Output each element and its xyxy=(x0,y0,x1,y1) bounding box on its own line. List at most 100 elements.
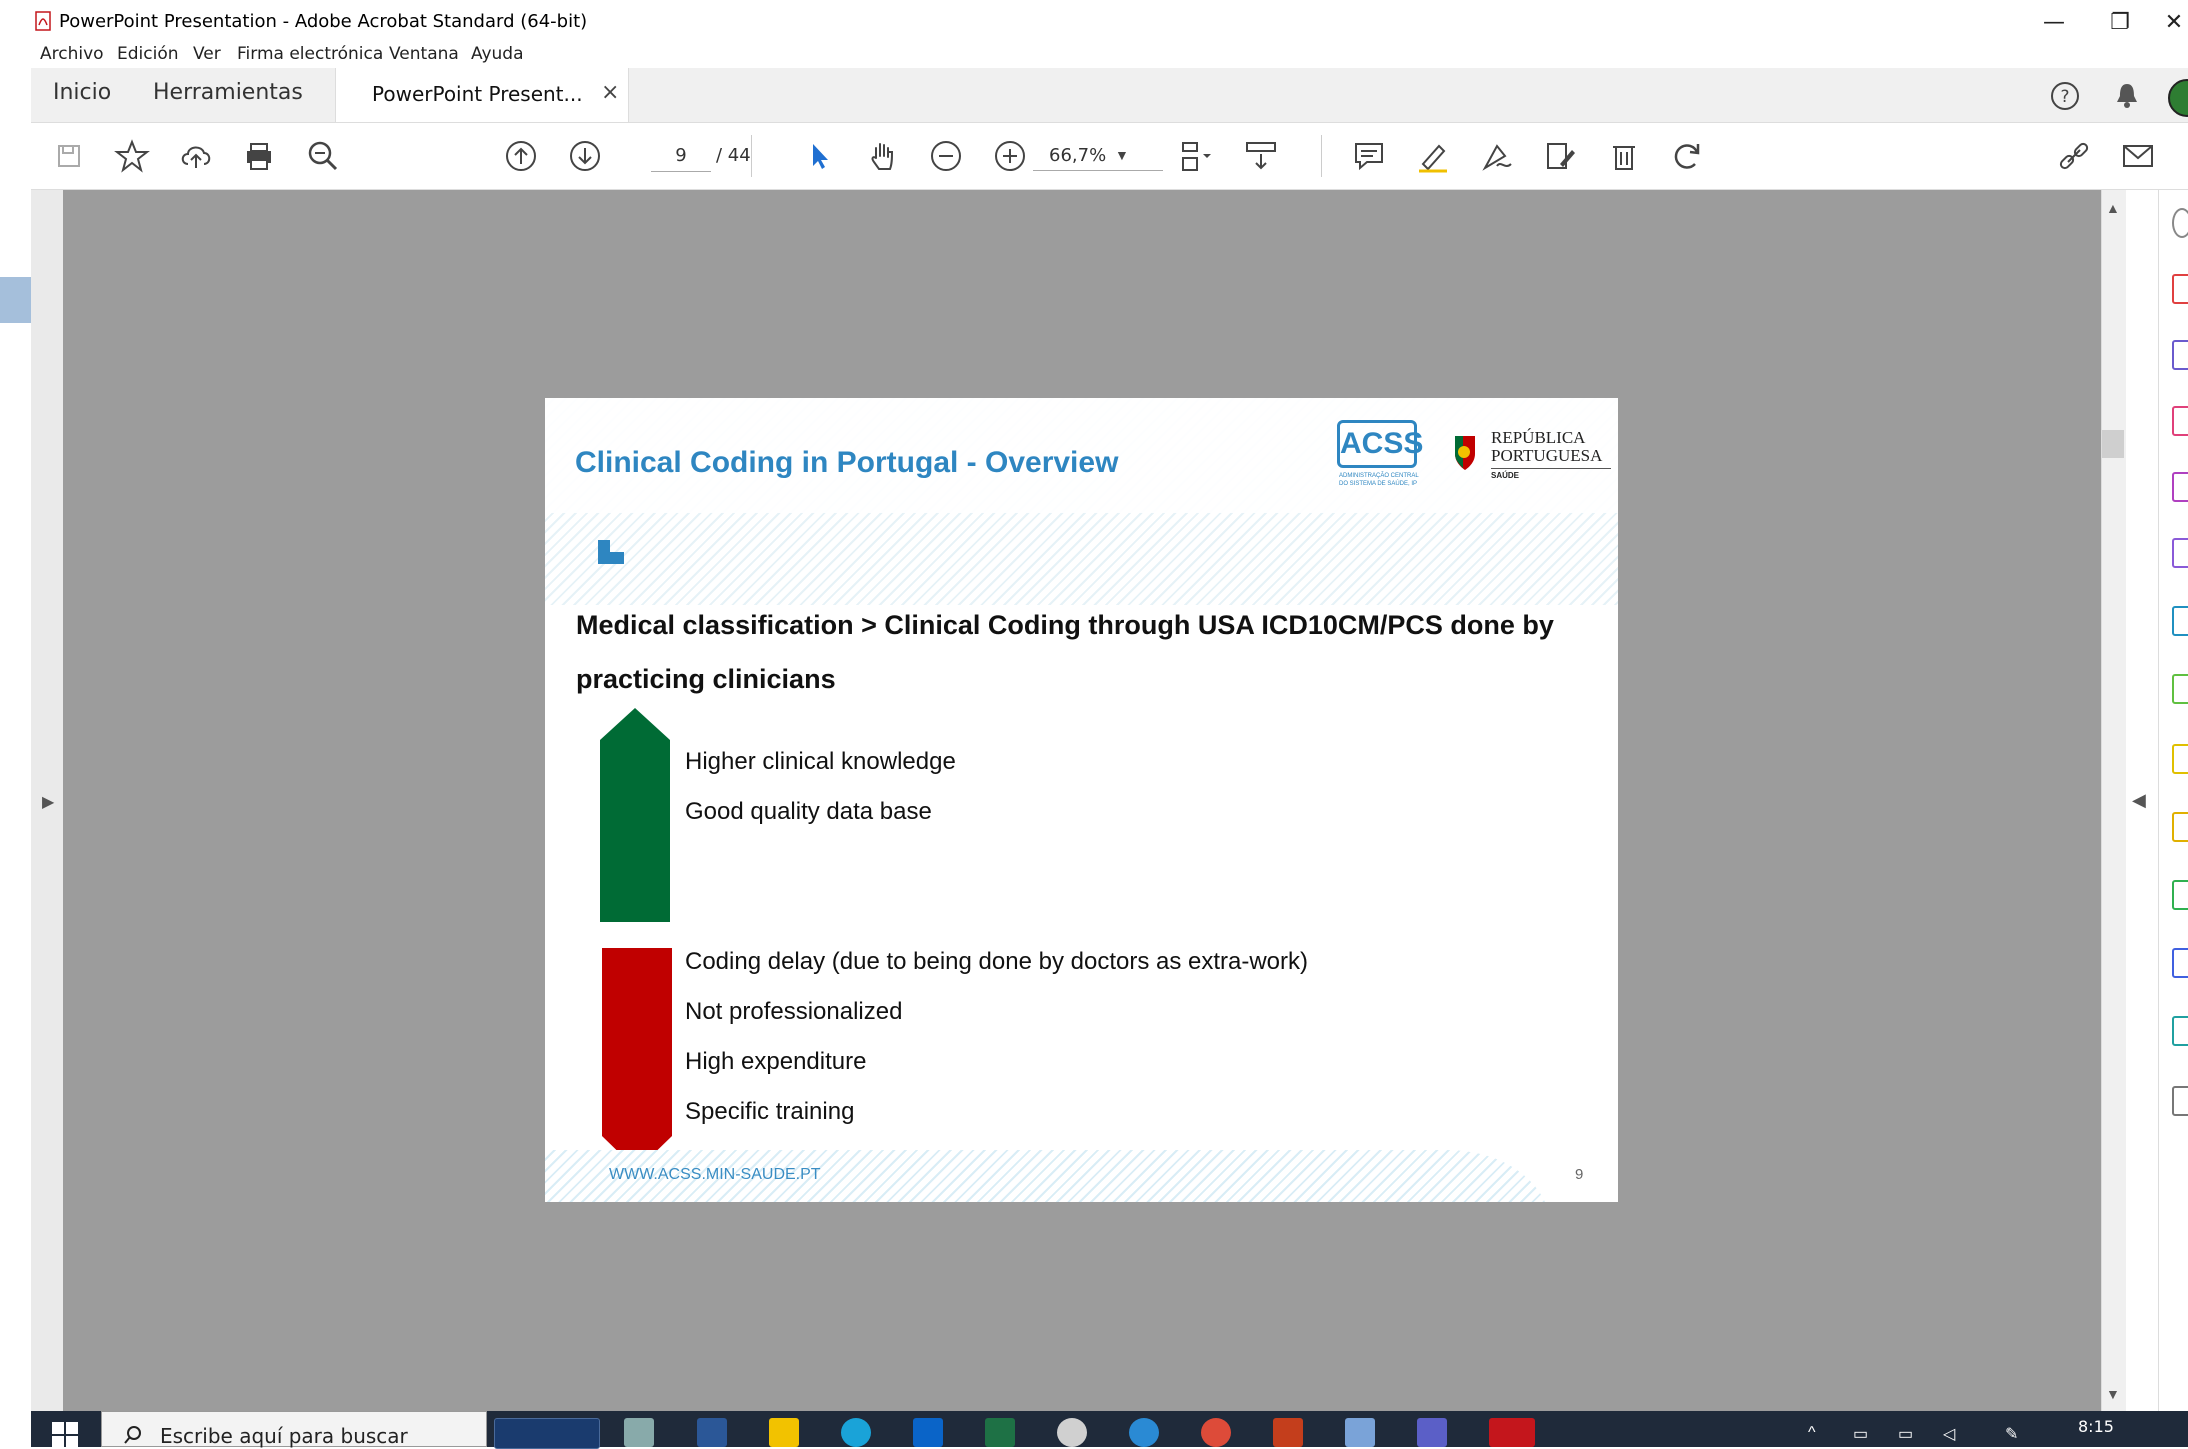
star-icon[interactable] xyxy=(112,136,152,176)
internet-explorer-icon[interactable] xyxy=(1129,1418,1159,1447)
network-icon[interactable]: ▭ xyxy=(1853,1424,1868,1444)
stamp-icon[interactable] xyxy=(2172,812,2188,842)
zoom-out-icon[interactable] xyxy=(926,136,966,176)
rotate-icon[interactable] xyxy=(1667,136,1707,176)
organize-icon[interactable] xyxy=(2172,472,2188,502)
windows-start-icon[interactable] xyxy=(52,1422,78,1448)
highlight-icon[interactable] xyxy=(1413,136,1453,176)
display-icon[interactable]: ▭ xyxy=(1898,1424,1913,1444)
slide-footer-url: WWW.ACSS.MIN-SAUDE.PT xyxy=(609,1166,821,1183)
close-tab-icon[interactable]: × xyxy=(601,80,619,105)
sign-icon[interactable] xyxy=(1477,136,1517,176)
page-number-input[interactable]: 9 xyxy=(651,141,711,172)
save-icon[interactable] xyxy=(49,136,89,176)
page-down-icon[interactable] xyxy=(565,136,605,176)
tools-pane xyxy=(2158,190,2188,1411)
powerpoint-icon[interactable] xyxy=(1273,1418,1303,1447)
chevron-up-icon[interactable]: ^ xyxy=(1808,1424,1816,1442)
tool-icon[interactable] xyxy=(2172,208,2188,238)
zoom-level-select[interactable]: 66,7% xyxy=(1033,141,1163,171)
republica-portuguesa-logo: REPÚBLICA PORTUGUESA SAÚDE xyxy=(1451,428,1611,490)
notepad-icon[interactable] xyxy=(1345,1418,1375,1447)
up-arrow-pros xyxy=(600,708,670,922)
acrobat-taskbar-icon[interactable] xyxy=(1489,1418,1535,1447)
slide-heading-line1: Medical classification > Clinical Coding… xyxy=(576,610,1554,640)
upload-icon[interactable] xyxy=(176,136,216,176)
more-tools-icon[interactable] xyxy=(2172,1086,2188,1116)
scroll-up-icon[interactable]: ▲ xyxy=(2106,200,2120,216)
page-total: / 44 xyxy=(716,145,751,166)
collapse-right-pane-icon[interactable]: ◀ xyxy=(2132,790,2146,811)
outlook-icon[interactable] xyxy=(913,1418,943,1447)
scan-icon[interactable] xyxy=(2172,606,2188,636)
down-arrow-cons xyxy=(602,948,672,1170)
menu-ventana[interactable]: Ventana xyxy=(389,44,459,64)
zoom-in-icon[interactable] xyxy=(990,136,1030,176)
help-icon[interactable]: ? xyxy=(2049,80,2081,112)
left-edge-accent xyxy=(0,277,31,323)
select-pointer-icon[interactable] xyxy=(799,136,839,176)
menu-archivo[interactable]: Archivo xyxy=(40,44,104,64)
slide-title: Clinical Coding in Portugal - Overview xyxy=(575,446,1119,479)
avatar[interactable] xyxy=(2168,79,2188,117)
scrollbar-thumb[interactable] xyxy=(2102,430,2124,458)
measure-icon[interactable] xyxy=(2172,880,2188,910)
cons-item: Coding delay (due to being done by docto… xyxy=(685,948,1309,975)
combine-icon[interactable] xyxy=(2172,406,2188,436)
chevron-down-icon[interactable]: ▼ xyxy=(1115,147,1129,163)
scroll-mode-icon[interactable] xyxy=(1241,136,1281,176)
minimize-button[interactable]: — xyxy=(2034,8,2074,38)
bell-icon[interactable] xyxy=(2111,80,2143,112)
app-icon[interactable] xyxy=(1057,1418,1087,1447)
menu-firma[interactable]: Firma electrónica xyxy=(237,44,383,64)
vertical-scrollbar[interactable] xyxy=(2101,190,2126,1411)
volume-icon[interactable]: ◁ xyxy=(1943,1424,1955,1444)
search-icon xyxy=(124,1426,141,1444)
excel-icon[interactable] xyxy=(985,1418,1015,1447)
menu-ayuda[interactable]: Ayuda xyxy=(471,44,524,64)
expand-left-pane-icon[interactable]: ▶ xyxy=(42,792,54,812)
tab-document[interactable]: PowerPoint Present... × xyxy=(335,68,629,122)
comment-tool-icon[interactable] xyxy=(2172,744,2188,774)
fill-sign-icon[interactable] xyxy=(2172,538,2188,568)
slide-heading-line2: practicing clinicians xyxy=(576,664,836,694)
email-icon[interactable] xyxy=(2118,136,2158,176)
page-up-icon[interactable] xyxy=(501,136,541,176)
word-icon[interactable] xyxy=(697,1418,727,1447)
export-pdf-icon[interactable] xyxy=(2172,274,2188,304)
edge-icon[interactable] xyxy=(841,1418,871,1447)
hand-icon[interactable] xyxy=(863,136,903,176)
menu-edicion[interactable]: Edición xyxy=(117,44,179,64)
close-button[interactable]: ✕ xyxy=(2160,8,2188,38)
search-zoom-icon[interactable] xyxy=(303,136,343,176)
scroll-down-icon[interactable]: ▼ xyxy=(2106,1386,2120,1402)
menu-ver[interactable]: Ver xyxy=(193,44,221,64)
page-layout-icon[interactable] xyxy=(1174,136,1214,176)
create-pdf-icon[interactable] xyxy=(2172,340,2188,370)
republica-divider xyxy=(1491,468,1611,469)
taskbar-clock[interactable]: 8:15 xyxy=(2078,1417,2114,1436)
signature-icon[interactable] xyxy=(2172,1016,2188,1046)
file-explorer-icon[interactable] xyxy=(769,1418,799,1447)
acrobat-icon xyxy=(35,11,51,31)
restore-button[interactable]: ❐ xyxy=(2100,8,2140,38)
slide-page: Clinical Coding in Portugal - Overview A… xyxy=(545,398,1618,1202)
chrome-icon[interactable] xyxy=(1201,1418,1231,1447)
print-icon[interactable] xyxy=(239,136,279,176)
protect-icon[interactable] xyxy=(2172,948,2188,978)
tab-document-label: PowerPoint Present... xyxy=(372,82,583,106)
pen-icon[interactable]: ✎ xyxy=(2005,1424,2018,1444)
share-link-icon[interactable] xyxy=(2054,136,2094,176)
taskbar-search-placeholder: Escribe aquí para buscar xyxy=(160,1424,408,1448)
tab-home[interactable]: Inicio xyxy=(53,80,111,105)
comment-icon[interactable] xyxy=(1349,136,1389,176)
tab-bar: Inicio Herramientas PowerPoint Present..… xyxy=(31,68,2188,123)
republica-line1: REPÚBLICA xyxy=(1491,428,1586,447)
edit-pdf-icon[interactable] xyxy=(1540,136,1580,176)
compress-icon[interactable] xyxy=(2172,674,2188,704)
tab-tools[interactable]: Herramientas xyxy=(153,80,303,105)
task-view-icon[interactable] xyxy=(624,1418,654,1447)
teams-icon[interactable] xyxy=(1417,1418,1447,1447)
delete-icon[interactable] xyxy=(1604,136,1644,176)
taskbar-app-administracion[interactable] xyxy=(494,1418,600,1449)
